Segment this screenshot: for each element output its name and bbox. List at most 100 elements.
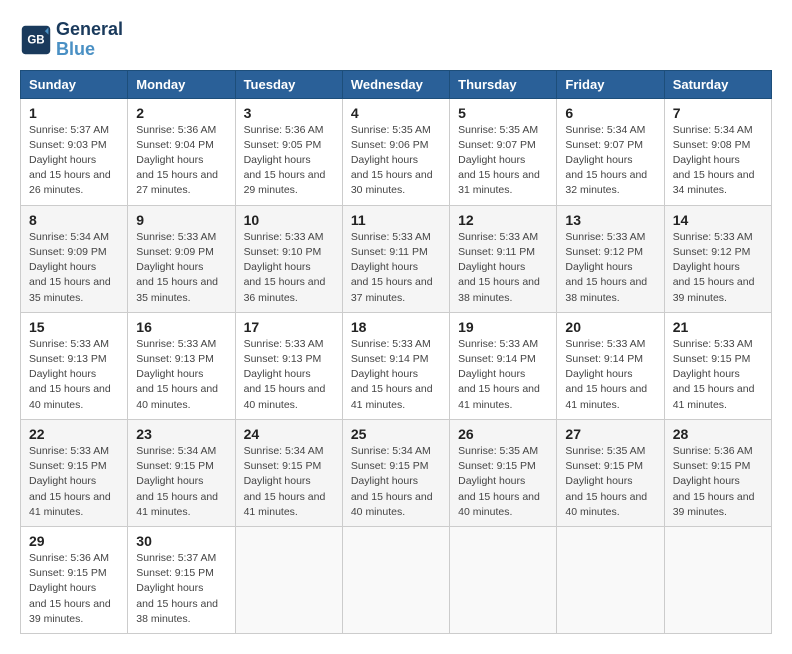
sunset-label: Sunset: 9:15 PM [458, 460, 536, 472]
daylight-label: Daylight hours [565, 475, 632, 487]
day-info: Sunrise: 5:33 AM Sunset: 9:10 PM Dayligh… [244, 230, 334, 306]
calendar-cell: 23 Sunrise: 5:34 AM Sunset: 9:15 PM Dayl… [128, 419, 235, 526]
sunrise-label: Sunrise: 5:36 AM [244, 124, 324, 136]
weekday-header-thursday: Thursday [450, 70, 557, 98]
calendar-cell: 22 Sunrise: 5:33 AM Sunset: 9:15 PM Dayl… [21, 419, 128, 526]
sunrise-label: Sunrise: 5:35 AM [458, 124, 538, 136]
daylight-label: Daylight hours [29, 154, 96, 166]
calendar-cell [664, 526, 771, 633]
sunrise-label: Sunrise: 5:34 AM [351, 445, 431, 457]
day-number: 29 [29, 533, 119, 549]
sunrise-label: Sunrise: 5:37 AM [136, 552, 216, 564]
sunrise-label: Sunrise: 5:35 AM [565, 445, 645, 457]
calendar-week-3: 15 Sunrise: 5:33 AM Sunset: 9:13 PM Dayl… [21, 312, 772, 419]
sunrise-label: Sunrise: 5:34 AM [673, 124, 753, 136]
daylight-label: Daylight hours [673, 368, 740, 380]
calendar-cell: 15 Sunrise: 5:33 AM Sunset: 9:13 PM Dayl… [21, 312, 128, 419]
calendar-week-4: 22 Sunrise: 5:33 AM Sunset: 9:15 PM Dayl… [21, 419, 772, 526]
day-number: 16 [136, 319, 226, 335]
page-header: GB General Blue [20, 20, 772, 60]
calendar-cell: 14 Sunrise: 5:33 AM Sunset: 9:12 PM Dayl… [664, 205, 771, 312]
daylight-label: Daylight hours [244, 154, 311, 166]
daylight-label: Daylight hours [351, 154, 418, 166]
daylight-label: Daylight hours [673, 261, 740, 273]
sunset-label: Sunset: 9:14 PM [458, 353, 536, 365]
calendar-cell: 4 Sunrise: 5:35 AM Sunset: 9:06 PM Dayli… [342, 98, 449, 205]
day-info: Sunrise: 5:36 AM Sunset: 9:15 PM Dayligh… [29, 551, 119, 627]
day-number: 26 [458, 426, 548, 442]
daylight-duration: and 15 hours and 38 minutes. [136, 598, 218, 625]
sunrise-label: Sunrise: 5:36 AM [673, 445, 753, 457]
sunset-label: Sunset: 9:15 PM [244, 460, 322, 472]
sunrise-label: Sunrise: 5:33 AM [29, 445, 109, 457]
sunrise-label: Sunrise: 5:35 AM [458, 445, 538, 457]
daylight-duration: and 15 hours and 29 minutes. [244, 169, 326, 196]
sunrise-label: Sunrise: 5:34 AM [29, 231, 109, 243]
day-info: Sunrise: 5:33 AM Sunset: 9:14 PM Dayligh… [458, 337, 548, 413]
daylight-label: Daylight hours [458, 154, 525, 166]
logo: GB General Blue [20, 20, 123, 60]
weekday-header-sunday: Sunday [21, 70, 128, 98]
calendar-cell: 7 Sunrise: 5:34 AM Sunset: 9:08 PM Dayli… [664, 98, 771, 205]
daylight-duration: and 15 hours and 40 minutes. [136, 383, 218, 410]
day-info: Sunrise: 5:35 AM Sunset: 9:07 PM Dayligh… [458, 123, 548, 199]
sunrise-label: Sunrise: 5:33 AM [136, 231, 216, 243]
daylight-label: Daylight hours [565, 368, 632, 380]
daylight-duration: and 15 hours and 38 minutes. [565, 276, 647, 303]
daylight-duration: and 15 hours and 40 minutes. [29, 383, 111, 410]
calendar-cell: 5 Sunrise: 5:35 AM Sunset: 9:07 PM Dayli… [450, 98, 557, 205]
calendar-table: SundayMondayTuesdayWednesdayThursdayFrid… [20, 70, 772, 634]
calendar-cell: 3 Sunrise: 5:36 AM Sunset: 9:05 PM Dayli… [235, 98, 342, 205]
daylight-label: Daylight hours [673, 475, 740, 487]
calendar-week-2: 8 Sunrise: 5:34 AM Sunset: 9:09 PM Dayli… [21, 205, 772, 312]
calendar-cell: 25 Sunrise: 5:34 AM Sunset: 9:15 PM Dayl… [342, 419, 449, 526]
daylight-label: Daylight hours [351, 475, 418, 487]
day-number: 20 [565, 319, 655, 335]
calendar-cell: 29 Sunrise: 5:36 AM Sunset: 9:15 PM Dayl… [21, 526, 128, 633]
day-number: 4 [351, 105, 441, 121]
sunset-label: Sunset: 9:15 PM [136, 567, 214, 579]
calendar-cell [235, 526, 342, 633]
daylight-duration: and 15 hours and 27 minutes. [136, 169, 218, 196]
daylight-duration: and 15 hours and 31 minutes. [458, 169, 540, 196]
weekday-header-wednesday: Wednesday [342, 70, 449, 98]
daylight-label: Daylight hours [244, 475, 311, 487]
day-number: 12 [458, 212, 548, 228]
sunset-label: Sunset: 9:09 PM [136, 246, 214, 258]
day-number: 13 [565, 212, 655, 228]
day-info: Sunrise: 5:33 AM Sunset: 9:15 PM Dayligh… [673, 337, 763, 413]
sunset-label: Sunset: 9:15 PM [136, 460, 214, 472]
daylight-label: Daylight hours [29, 368, 96, 380]
day-info: Sunrise: 5:37 AM Sunset: 9:15 PM Dayligh… [136, 551, 226, 627]
sunset-label: Sunset: 9:15 PM [29, 567, 107, 579]
day-info: Sunrise: 5:34 AM Sunset: 9:09 PM Dayligh… [29, 230, 119, 306]
day-number: 24 [244, 426, 334, 442]
day-info: Sunrise: 5:33 AM Sunset: 9:13 PM Dayligh… [136, 337, 226, 413]
day-number: 8 [29, 212, 119, 228]
day-info: Sunrise: 5:37 AM Sunset: 9:03 PM Dayligh… [29, 123, 119, 199]
day-number: 9 [136, 212, 226, 228]
daylight-duration: and 15 hours and 39 minutes. [673, 276, 755, 303]
calendar-cell: 13 Sunrise: 5:33 AM Sunset: 9:12 PM Dayl… [557, 205, 664, 312]
calendar-cell: 21 Sunrise: 5:33 AM Sunset: 9:15 PM Dayl… [664, 312, 771, 419]
day-info: Sunrise: 5:34 AM Sunset: 9:15 PM Dayligh… [244, 444, 334, 520]
day-info: Sunrise: 5:34 AM Sunset: 9:15 PM Dayligh… [351, 444, 441, 520]
daylight-duration: and 15 hours and 39 minutes. [29, 598, 111, 625]
sunset-label: Sunset: 9:11 PM [458, 246, 535, 258]
calendar-cell: 18 Sunrise: 5:33 AM Sunset: 9:14 PM Dayl… [342, 312, 449, 419]
sunrise-label: Sunrise: 5:33 AM [458, 338, 538, 350]
day-info: Sunrise: 5:34 AM Sunset: 9:15 PM Dayligh… [136, 444, 226, 520]
sunset-label: Sunset: 9:03 PM [29, 139, 107, 151]
daylight-duration: and 15 hours and 36 minutes. [244, 276, 326, 303]
day-info: Sunrise: 5:33 AM Sunset: 9:14 PM Dayligh… [565, 337, 655, 413]
daylight-duration: and 15 hours and 41 minutes. [29, 491, 111, 518]
daylight-label: Daylight hours [136, 582, 203, 594]
daylight-duration: and 15 hours and 30 minutes. [351, 169, 433, 196]
weekday-header-tuesday: Tuesday [235, 70, 342, 98]
sunset-label: Sunset: 9:14 PM [351, 353, 429, 365]
daylight-duration: and 15 hours and 37 minutes. [351, 276, 433, 303]
calendar-cell: 28 Sunrise: 5:36 AM Sunset: 9:15 PM Dayl… [664, 419, 771, 526]
sunset-label: Sunset: 9:15 PM [565, 460, 643, 472]
daylight-label: Daylight hours [458, 261, 525, 273]
day-info: Sunrise: 5:33 AM Sunset: 9:14 PM Dayligh… [351, 337, 441, 413]
